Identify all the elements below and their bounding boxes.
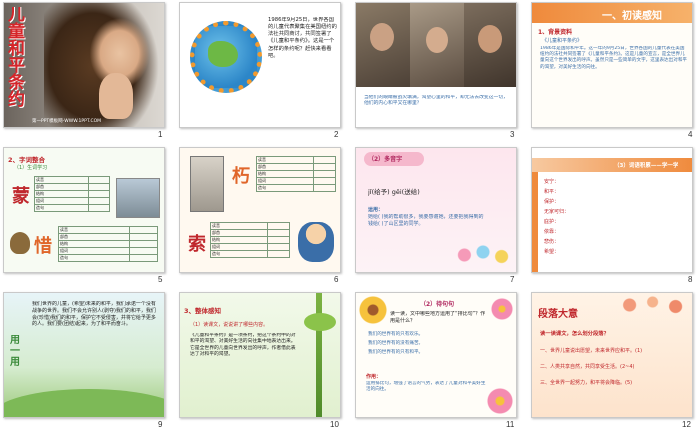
slide-11-question: 读一读，文中哪些地方运用了“排比句”？作用是什么？ — [390, 311, 486, 324]
slide-number-5: 5 — [158, 275, 163, 284]
slide-number-11: 11 — [506, 420, 515, 429]
slide-12-title: 段落大意 — [538, 309, 578, 320]
slide-1-footer: 第一PPT模板网-WWW.1PPT.COM — [32, 119, 102, 124]
praying-hands — [99, 73, 133, 119]
slide-11-text: 运用排比句，增强了语言的气势，表达了儿童对和平美好生活的向往。 — [366, 381, 486, 393]
slide-thumbnail-7[interactable]: （2）多音字 jǐ(给予) gěi(送给) 运用： 她给( )我的帮助很多，我要… — [355, 147, 517, 273]
slide-8-left-stripe — [532, 172, 538, 272]
slide-4-text: 1986年是国际和平年。这一年的9月25日，世界各国的儿童代表在美国纽约的法社共… — [540, 46, 688, 70]
slide-number-9: 9 — [158, 420, 163, 429]
slide-6-char-2: 索 — [188, 234, 206, 255]
slide-thumbnail-4[interactable]: 一、初读感知 1、背景资料 《儿童和平条约》 1986年是国际和平年。这一年的9… — [531, 2, 693, 128]
slide-thumbnail-5[interactable]: 2、字词整合 （1）生词学习 蒙 惜 读音 部首 结构 组词 造句 读音 部首 … — [3, 147, 165, 273]
slide-7-text: 她给( )我的帮助很多，我要感谢她，还要把我得到的钱给( )了山区里的同学。 — [368, 214, 484, 227]
slide-thumbnail-2[interactable]: 1986年9月25日，世界各国的儿童代表聚集在美国纽约的法社共同商讨，共同签署了… — [179, 2, 341, 128]
slide-number-2: 2 — [334, 130, 339, 139]
slide-4-title: 一、初读感知 — [602, 11, 662, 22]
bamboo-leaves — [304, 313, 336, 331]
slide-thumbnail-11[interactable]: （2）待句句 读一读，文中哪些地方运用了“排比句”？作用是什么？ 我们的世界有的… — [355, 292, 517, 418]
slide-11-title: （2）待句句 — [420, 301, 455, 308]
slide-9-side-label: 用一用 — [10, 335, 20, 368]
list-item: 保护： — [544, 199, 560, 205]
slide-10-sub: （1）读课文，说说讲了哪些内容。 — [190, 322, 269, 328]
slide-thumbnail-6[interactable]: 朽 读音 部首 结构 组词 造句 索 读音 部首 结构 组词 造句 — [179, 147, 341, 273]
slide-10-text: 《儿童和平条约》是一项条约，把这个条约中的对和平的渴望、对美好生活的向往集中地表… — [190, 333, 296, 358]
slide-5-sub: （1）生词学习 — [14, 165, 48, 171]
green-hills — [4, 389, 164, 417]
slide-7-label: 运用： — [368, 207, 384, 213]
slide-1-title: 儿童和平条约 — [8, 7, 25, 109]
list-item: 无家可归： — [544, 209, 570, 215]
slide-7-pinyin: jǐ(给予) gěi(送给) — [368, 188, 420, 196]
slide-number-1: 1 — [158, 130, 163, 139]
slide-6-table-1: 读音 部首 结构 组词 造句 — [256, 156, 337, 192]
tree-branch-decoration — [602, 293, 692, 323]
child-face-2 — [426, 27, 448, 53]
slide-5-table-1: 读音 部首 结构 组词 造句 — [34, 176, 111, 212]
slide-thumbnail-1[interactable]: 儿童和平条约 第一PPT模板网-WWW.1PPT.COM — [3, 2, 165, 128]
slide-6-table-2: 读音 部首 结构 组词 造句 — [210, 222, 291, 258]
slide-number-3: 3 — [510, 130, 515, 139]
slide-4-subtitle: 《儿童和平条约》 — [542, 38, 583, 44]
list-item: 悲伤： — [544, 239, 560, 245]
slide-number-4: 4 — [688, 130, 693, 139]
list-item: 和平： — [544, 189, 560, 195]
slide-number-6: 6 — [334, 275, 339, 284]
slide-3-caption: 当他们的眼睛被战火填满，渴望心里的和平，却无法去改变这一切，他们的内心和平又在哪… — [364, 95, 508, 107]
slide-7-title: （2）多音字 — [368, 156, 403, 163]
slide-2-text: 1986年9月25日，世界各国的儿童代表聚集在美国纽约的法社共同商讨，共同签署了… — [268, 17, 337, 59]
list-item: 我们的世界有的没有痛苦。 — [368, 341, 424, 346]
child-face-3 — [478, 25, 502, 53]
list-item: 依靠： — [544, 229, 560, 235]
sunflower-decoration — [358, 295, 388, 325]
slide-5-char-2: 惜 — [34, 236, 52, 257]
bamboo-decoration — [316, 293, 322, 417]
list-item: 安宁： — [544, 179, 560, 185]
list-item: 希望： — [544, 249, 560, 255]
flowers-decoration — [452, 240, 514, 270]
list-item: 庇护： — [544, 219, 560, 225]
slide-number-7: 7 — [510, 275, 515, 284]
list-item: 三、全世界一起努力，和平将会降临。(5) — [540, 380, 633, 386]
pink-flower-decoration — [490, 297, 514, 321]
slide-4-section: 1、背景资料 — [538, 29, 573, 36]
slide-12-sub: 读一读课文，怎么划分段落？ — [540, 331, 609, 337]
list-item: 二、人类共享自然，共同享受生活。(2~4) — [540, 364, 635, 370]
slide-thumbnail-8[interactable]: （3）词语积累——学一学 安宁： 和平： 保护： 无家可归： 庇护： 依靠： 悲… — [531, 147, 693, 273]
slide-8-title: （3）词语积累——学一学 — [614, 163, 679, 169]
slide-number-12: 12 — [682, 420, 691, 429]
flower-corner-decoration — [486, 387, 514, 415]
slide-thumbnail-9[interactable]: 用一用 我们世界的儿童，(希望)未来的和平，我们承诺一个没有战争的世界。我们不会… — [3, 292, 165, 418]
slide-thumbnail-10[interactable]: 3、整体感知 （1）读课文，说说讲了哪些内容。 《儿童和平条约》是一项条约，把这… — [179, 292, 341, 418]
slide-5-title: 2、字词整合 — [8, 156, 46, 164]
slide-9-text: 我们世界的儿童，(希望)未来的和平，我们承诺一个没有战争的世界。我们不会允许别人… — [32, 301, 156, 328]
list-item: 我们的世界有的只有欢乐。 — [368, 332, 424, 337]
globe-land — [208, 41, 238, 67]
slide-thumbnail-3[interactable]: 当他们的眼睛被战火填满，渴望心里的和平，却无法去改变这一切，他们的内心和平又在哪… — [355, 2, 517, 128]
slide-6-char-1: 朽 — [232, 166, 250, 187]
list-item: 我们的世界有的只有和平。 — [368, 350, 424, 355]
cartoon-student-illustration — [298, 222, 334, 262]
list-item: 一、世界儿童说出愿望，未来世界应和平。(1) — [540, 348, 643, 354]
slide-thumbnail-12[interactable]: 段落大意 读一读课文，怎么划分段落？ 一、世界儿童说出愿望，未来世界应和平。(1… — [531, 292, 693, 418]
slide-5-table-2: 读音 部首 结构 组词 造句 — [57, 226, 158, 262]
slide-number-8: 8 — [688, 275, 693, 284]
building-photo — [116, 178, 160, 218]
monument-photo — [190, 156, 224, 212]
slide-number-10: 10 — [330, 420, 339, 429]
slide-5-char-1: 蒙 — [12, 186, 30, 207]
child-face-1 — [370, 23, 394, 51]
money-bag-icon — [10, 232, 30, 254]
slide-11-note: 作用： — [366, 374, 382, 380]
slide-10-title: 3、整体感知 — [184, 307, 222, 315]
